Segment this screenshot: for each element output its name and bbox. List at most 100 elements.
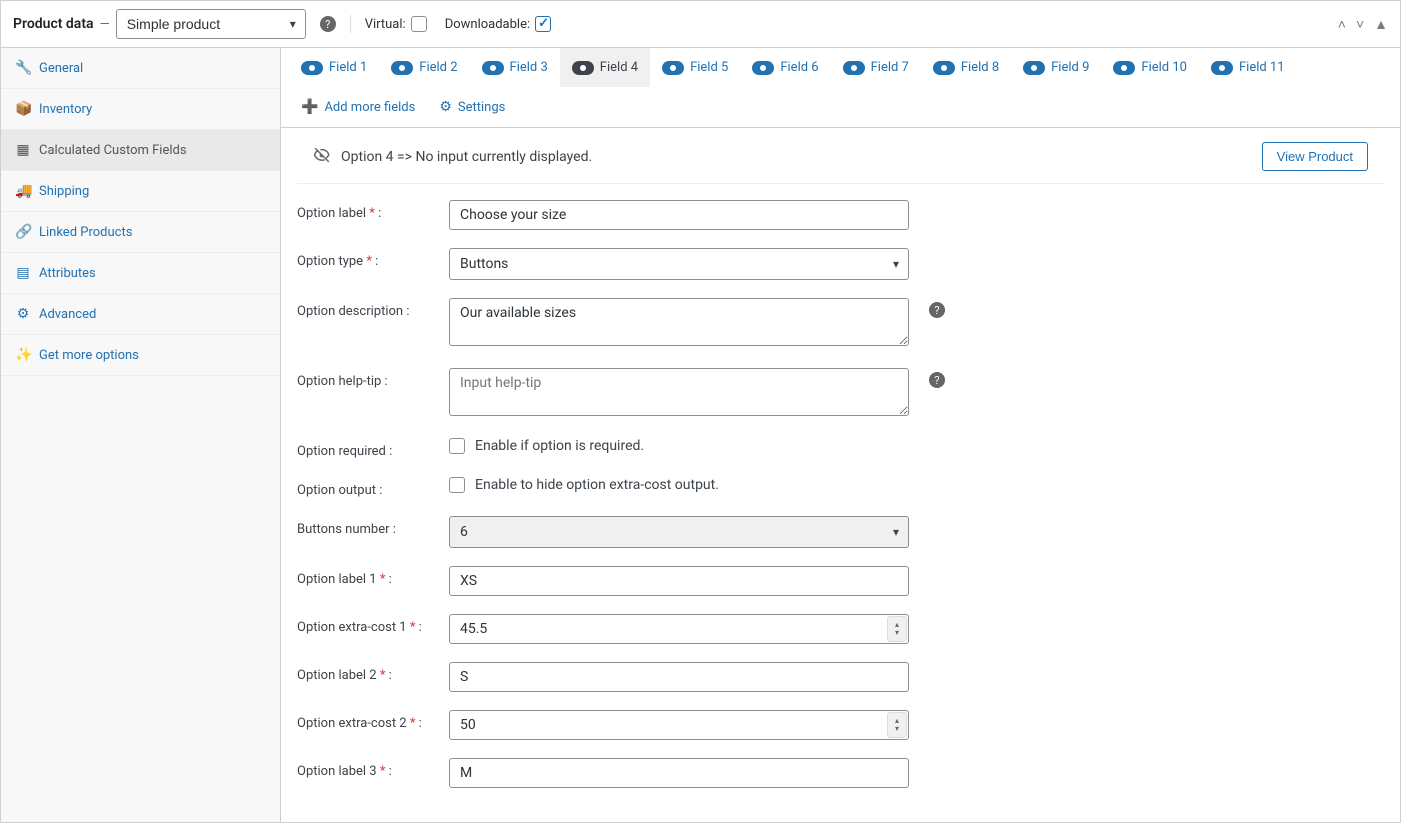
sidebar-item-general[interactable]: 🔧 General (1, 48, 280, 89)
stepper-icon[interactable] (887, 712, 907, 738)
panel-title: Product data (13, 16, 94, 32)
option-help-textarea[interactable] (449, 368, 909, 416)
eye-icon (1113, 61, 1135, 75)
notice-text: Option 4 => No input currently displayed… (341, 149, 592, 165)
tab-field-8[interactable]: Field 8 (921, 48, 1011, 87)
sidebar-icon: 🔗 (15, 224, 31, 240)
eye-icon (662, 61, 684, 75)
tab-field-10[interactable]: Field 10 (1101, 48, 1199, 87)
eye-icon (843, 61, 865, 75)
sidebar-icon: ✨ (15, 347, 31, 363)
option-cost-1-input[interactable] (449, 614, 909, 644)
option-type-label: Option type (297, 254, 363, 269)
panel-header: Product data — Simple product ? Virtual:… (1, 1, 1400, 48)
option-cost-2-input[interactable] (449, 710, 909, 740)
downloadable-checkbox[interactable] (535, 16, 551, 32)
tab-label: Add more fields (324, 100, 415, 115)
sidebar-icon: ▦ (15, 142, 31, 158)
option-required-label: Option required : (297, 438, 437, 459)
sidebar-item-attributes[interactable]: ▤ Attributes (1, 253, 280, 294)
sidebar: 🔧 General 📦 Inventory ▦ Calculated Custom Fie… (1, 48, 281, 822)
tab-field-7[interactable]: Field 7 (831, 48, 921, 87)
eye-icon (391, 61, 413, 75)
eye-icon (933, 61, 955, 75)
tab-field-1[interactable]: Field 1 (289, 48, 379, 87)
tab-field-3[interactable]: Field 3 (470, 48, 560, 87)
collapse-down-icon[interactable]: ˅ (1356, 16, 1364, 33)
option-label-1-input[interactable] (449, 566, 909, 596)
eye-icon (301, 61, 323, 75)
tab-label: Field 3 (510, 60, 548, 75)
sidebar-item-get-more-options[interactable]: ✨ Get more options (1, 335, 280, 376)
sidebar-icon: 🚚 (15, 183, 31, 199)
tab-field-5[interactable]: Field 5 (650, 48, 740, 87)
buttons-number-label: Buttons number : (297, 516, 437, 537)
tab-field-11[interactable]: Field 11 (1199, 48, 1297, 87)
sidebar-icon: 🔧 (15, 60, 31, 76)
stepper-icon[interactable] (887, 616, 907, 642)
eye-icon (752, 61, 774, 75)
tab-label: Field 11 (1239, 60, 1285, 75)
sidebar-icon: 📦 (15, 101, 31, 117)
sidebar-icon: ▤ (15, 265, 31, 281)
tab-field-9[interactable]: Field 9 (1011, 48, 1101, 87)
sidebar-item-label: Attributes (39, 266, 96, 281)
toggle-panel-icon[interactable]: ▲ (1374, 16, 1388, 33)
option-required-checkbox[interactable] (449, 438, 465, 454)
tab-field-2[interactable]: Field 2 (379, 48, 469, 87)
option-label-2-input[interactable] (449, 662, 909, 692)
option-label-2-label: Option label 2 (297, 668, 377, 683)
sidebar-item-shipping[interactable]: 🚚 Shipping (1, 171, 280, 212)
sidebar-item-calculated-custom-fields[interactable]: ▦ Calculated Custom Fields (1, 130, 280, 171)
tab-label: Field 7 (871, 60, 909, 75)
option-type-select[interactable]: Buttons (449, 248, 909, 280)
option-label-3-input[interactable] (449, 758, 909, 788)
tab-label: Settings (458, 100, 505, 115)
collapse-up-icon[interactable]: ˄ (1338, 16, 1346, 33)
option-label-input[interactable] (449, 200, 909, 230)
eye-icon (1211, 61, 1233, 75)
tab-field-4[interactable]: Field 4 (560, 48, 650, 87)
option-output-label: Option output : (297, 477, 437, 498)
virtual-label: Virtual: (365, 17, 406, 32)
downloadable-label: Downloadable: (445, 17, 530, 32)
tabs-bar: Field 1 Field 2 Field 3 Field 4 Field 5 Field… (281, 48, 1400, 128)
help-icon[interactable]: ? (929, 372, 945, 388)
sidebar-item-label: Calculated Custom Fields (39, 143, 187, 158)
option-desc-textarea[interactable] (449, 298, 909, 346)
sidebar-item-inventory[interactable]: 📦 Inventory (1, 89, 280, 130)
gear-icon: ⚙ (439, 99, 452, 115)
tab-settings[interactable]: ⚙ Settings (427, 87, 517, 127)
sidebar-item-label: Inventory (39, 102, 92, 117)
help-icon[interactable]: ? (320, 16, 336, 32)
tab-label: Field 9 (1051, 60, 1089, 75)
tab-label: Field 1 (329, 60, 367, 75)
tab-add-more-fields[interactable]: ➕ Add more fields (289, 87, 427, 127)
product-type-select[interactable]: Simple product (116, 9, 306, 39)
option-output-checkbox[interactable] (449, 477, 465, 493)
hidden-eye-icon (313, 146, 331, 168)
option-label-1-label: Option label 1 (297, 572, 377, 587)
sidebar-item-advanced[interactable]: ⚙Advanced (1, 294, 280, 335)
tab-field-6[interactable]: Field 6 (740, 48, 830, 87)
sidebar-item-label: Shipping (39, 184, 89, 199)
tab-label: Field 8 (961, 60, 999, 75)
option-required-text: Enable if option is required. (475, 438, 644, 454)
plus-icon: ➕ (301, 99, 318, 115)
option-output-text: Enable to hide option extra-cost output. (475, 477, 719, 493)
sidebar-item-label: Advanced (39, 307, 96, 322)
option-desc-label: Option description : (297, 298, 437, 319)
sidebar-item-linked-products[interactable]: 🔗 Linked Products (1, 212, 280, 253)
sidebar-item-label: Linked Products (39, 225, 132, 240)
sidebar-item-label: Get more options (39, 348, 139, 363)
tab-label: Field 4 (600, 60, 638, 75)
tab-label: Field 6 (780, 60, 818, 75)
option-label-3-label: Option label 3 (297, 764, 377, 779)
view-product-button[interactable]: View Product (1262, 142, 1368, 171)
buttons-number-select[interactable]: 6 (449, 516, 909, 548)
eye-icon (482, 61, 504, 75)
sidebar-item-label: General (39, 61, 83, 76)
virtual-checkbox[interactable] (411, 16, 427, 32)
help-icon[interactable]: ? (929, 302, 945, 318)
option-cost-2-label: Option extra-cost 2 (297, 716, 407, 731)
